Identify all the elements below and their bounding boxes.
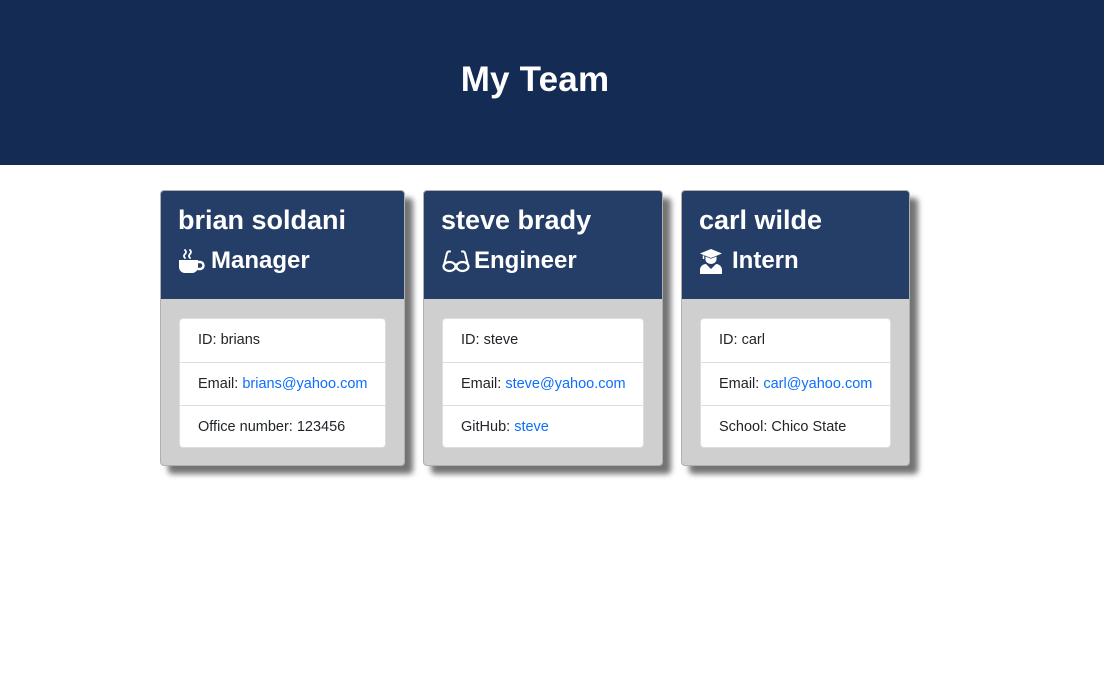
coffee-mug-icon: [178, 248, 205, 275]
role-label: Manager: [211, 247, 310, 274]
card-header: carl wilde Intern: [682, 191, 909, 299]
id-value: brians: [220, 332, 261, 348]
github-link[interactable]: steve: [514, 419, 549, 435]
employee-details: ID: steve Email: steve@yahoo.com GitHub:…: [442, 318, 644, 448]
list-item-id: ID: carl: [701, 319, 890, 362]
employee-role: Intern: [699, 246, 799, 276]
email-label: Email:: [198, 376, 243, 392]
school-value: Chico State: [771, 419, 847, 435]
employee-details: ID: brians Email: brians@yahoo.com Offic…: [179, 318, 386, 448]
card-header: steve brady Engineer: [424, 191, 662, 299]
email-link[interactable]: brians@yahoo.com: [242, 376, 367, 392]
page-title: My Team: [460, 60, 610, 99]
role-label: Intern: [732, 247, 799, 274]
school-label: School:: [719, 419, 772, 435]
graduate-icon: [699, 248, 726, 275]
id-value: carl: [741, 332, 765, 348]
id-label: ID:: [719, 332, 742, 348]
github-label: GitHub:: [461, 419, 515, 435]
email-link[interactable]: carl@yahoo.com: [763, 376, 872, 392]
id-label: ID:: [461, 332, 484, 348]
employee-name: carl wilde: [699, 205, 823, 235]
email-label: Email:: [719, 376, 764, 392]
list-item-email: Email: steve@yahoo.com: [443, 362, 643, 405]
employee-card-intern: carl wilde Intern ID: carl Email: carl@y…: [681, 190, 910, 466]
employee-card-manager: brian soldani Manager ID: brians Email: …: [160, 190, 405, 466]
office-number-value: 123456: [296, 419, 346, 435]
employee-card-engineer: steve brady Engineer ID: steve Email: st…: [423, 190, 663, 466]
list-item-school: School: Chico State: [701, 405, 890, 448]
card-header: brian soldani Manager: [161, 191, 404, 299]
list-item-github: GitHub: steve: [443, 405, 643, 448]
list-item-office-number: Office number: 123456: [180, 405, 385, 448]
list-item-email: Email: carl@yahoo.com: [701, 362, 890, 405]
employee-role: Engineer: [441, 246, 577, 276]
page-header: My Team: [0, 0, 1104, 165]
list-item-id: ID: steve: [443, 319, 643, 362]
email-label: Email:: [461, 376, 506, 392]
role-label: Engineer: [474, 247, 577, 274]
employee-details: ID: carl Email: carl@yahoo.com School: C…: [700, 318, 891, 448]
glasses-icon: [441, 248, 470, 275]
list-item-id: ID: brians: [180, 319, 385, 362]
email-link[interactable]: steve@yahoo.com: [505, 376, 625, 392]
id-value: steve: [483, 332, 519, 348]
office-number-label: Office number:: [198, 419, 297, 435]
employee-name: brian soldani: [178, 205, 347, 235]
employee-role: Manager: [178, 246, 310, 276]
employee-name: steve brady: [441, 205, 592, 235]
list-item-email: Email: brians@yahoo.com: [180, 362, 385, 405]
id-label: ID:: [198, 332, 221, 348]
